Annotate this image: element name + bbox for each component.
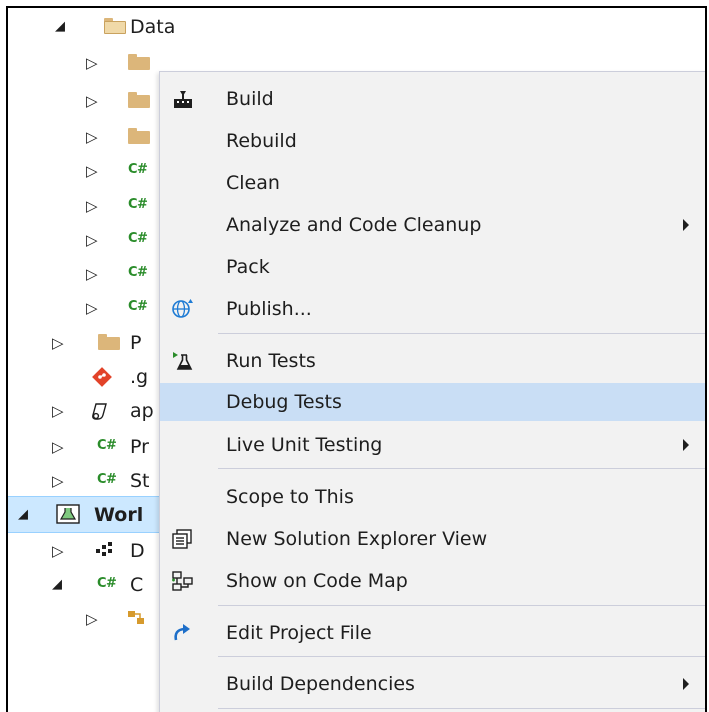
- code-map-icon: [171, 570, 195, 592]
- context-menu: Build Rebuild Clean Analyze and Code Cle…: [159, 71, 705, 712]
- edit-refresh-arrow-icon: [171, 622, 195, 644]
- folder-icon: [128, 90, 150, 110]
- collapsed-arrow-icon[interactable]: ▷: [52, 401, 64, 421]
- collapsed-arrow-icon[interactable]: ▷: [52, 333, 64, 353]
- collapsed-arrow-icon[interactable]: ▷: [52, 437, 64, 457]
- collapsed-arrow-icon[interactable]: ▷: [52, 541, 64, 561]
- tree-label-project: Worl: [94, 504, 144, 526]
- menu-label: Run Tests: [226, 350, 316, 372]
- menu-item-rebuild[interactable]: Rebuild: [160, 122, 705, 160]
- menu-label: Build: [226, 88, 274, 110]
- folder-icon: [128, 52, 150, 72]
- menu-item-build-dependencies[interactable]: Build Dependencies: [160, 665, 705, 703]
- expanded-arrow-icon[interactable]: ◢: [55, 17, 65, 37]
- collapsed-arrow-icon[interactable]: ▷: [86, 196, 98, 216]
- expanded-arrow-icon[interactable]: ◢: [18, 505, 28, 525]
- collapsed-arrow-icon[interactable]: ▷: [52, 471, 64, 491]
- menu-item-run-tests[interactable]: Run Tests: [160, 342, 705, 380]
- json-settings-icon: [90, 400, 112, 420]
- submenu-arrow-icon: [683, 439, 689, 451]
- submenu-arrow-icon: [683, 219, 689, 231]
- menu-item-live-unit-testing[interactable]: Live Unit Testing: [160, 426, 705, 464]
- menu-item-edit-project-file[interactable]: Edit Project File: [160, 614, 705, 652]
- collapsed-arrow-icon[interactable]: ▷: [86, 298, 98, 318]
- git-icon: [91, 366, 113, 387]
- csharp-file-icon: C#: [97, 576, 117, 591]
- tree-label: .g: [130, 366, 149, 388]
- menu-separator: [218, 656, 705, 657]
- menu-label: Live Unit Testing: [226, 434, 383, 456]
- tree-node-data-folder[interactable]: ◢ Data: [8, 10, 705, 44]
- csharp-file-icon: C#: [128, 231, 148, 246]
- menu-item-publish[interactable]: Publish...: [160, 290, 705, 328]
- menu-label: Analyze and Code Cleanup: [226, 214, 482, 236]
- menu-label: Rebuild: [226, 130, 297, 152]
- menu-separator: [218, 605, 705, 606]
- csharp-file-icon: C#: [128, 299, 148, 314]
- menu-item-analyze-and-code-cleanup[interactable]: Analyze and Code Cleanup: [160, 206, 705, 244]
- build-icon: [171, 88, 195, 110]
- collapsed-arrow-icon[interactable]: ▷: [86, 609, 98, 629]
- csharp-file-icon: C#: [128, 265, 148, 280]
- test-project-icon: [56, 504, 80, 524]
- menu-separator: [218, 708, 705, 709]
- tree-label: D: [130, 540, 145, 562]
- menu-item-clean[interactable]: Clean: [160, 164, 705, 202]
- menu-label: Build Dependencies: [226, 673, 415, 695]
- solution-explorer: ◢ Data ▷ ▷ ▷ ▷ C# ▷ C# ▷ C# ▷ C# ▷ C# ▷: [6, 6, 707, 712]
- menu-item-scope-to-this[interactable]: Scope to This: [160, 478, 705, 516]
- csharp-file-icon: C#: [128, 197, 148, 212]
- menu-label: Scope to This: [226, 486, 354, 508]
- tree-label: Pr: [130, 436, 149, 458]
- folder-icon: [98, 332, 120, 352]
- collapsed-arrow-icon[interactable]: ▷: [86, 230, 98, 250]
- menu-label: Debug Tests: [226, 391, 342, 413]
- menu-label: Clean: [226, 172, 280, 194]
- folder-icon: [128, 126, 150, 146]
- class-icon: [126, 608, 148, 628]
- menu-label: Edit Project File: [226, 622, 372, 644]
- folder-open-icon: [104, 16, 126, 36]
- submenu-arrow-icon: [683, 678, 689, 690]
- publish-globe-icon: [171, 298, 195, 320]
- menu-label: Show on Code Map: [226, 570, 408, 592]
- menu-label: Publish...: [226, 298, 312, 320]
- tree-label: ap: [130, 400, 154, 422]
- csharp-file-icon: C#: [128, 162, 148, 177]
- run-tests-flask-icon: [171, 350, 195, 372]
- tree-label: St: [130, 470, 150, 492]
- collapsed-arrow-icon[interactable]: ▷: [86, 264, 98, 284]
- menu-item-debug-tests[interactable]: Debug Tests: [160, 383, 705, 421]
- collapsed-arrow-icon[interactable]: ▷: [86, 127, 98, 147]
- menu-item-build[interactable]: Build: [160, 80, 705, 118]
- menu-item-show-on-code-map[interactable]: Show on Code Map: [160, 562, 705, 600]
- tree-label: C: [130, 574, 144, 596]
- menu-label: New Solution Explorer View: [226, 528, 488, 550]
- csharp-file-icon: C#: [97, 472, 117, 487]
- solution-explorer-view-icon: [171, 528, 195, 550]
- collapsed-arrow-icon[interactable]: ▷: [86, 91, 98, 111]
- dependencies-icon: [94, 540, 116, 560]
- collapsed-arrow-icon[interactable]: ▷: [86, 53, 98, 73]
- expanded-arrow-icon[interactable]: ◢: [52, 575, 62, 595]
- tree-label-data: Data: [130, 16, 176, 38]
- menu-label: Pack: [226, 256, 270, 278]
- csharp-file-icon: C#: [97, 438, 117, 453]
- menu-separator: [218, 468, 705, 469]
- menu-item-pack[interactable]: Pack: [160, 248, 705, 286]
- collapsed-arrow-icon[interactable]: ▷: [86, 161, 98, 181]
- menu-item-new-solution-explorer-view[interactable]: New Solution Explorer View: [160, 520, 705, 558]
- tree-label: P: [130, 332, 142, 354]
- menu-separator: [218, 333, 705, 334]
